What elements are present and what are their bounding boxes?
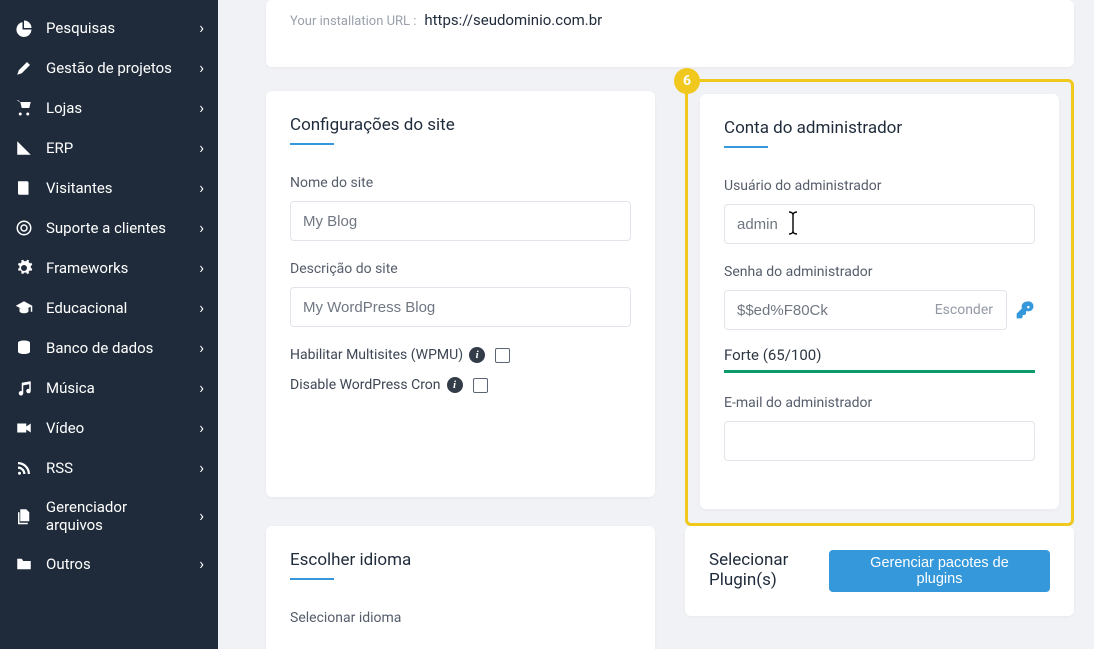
sidebar-item-banco-dados[interactable]: Banco de dados ›: [0, 328, 218, 368]
graduation-icon: [14, 298, 34, 318]
plugins-card: Selecionar Plugin(s) Gerenciar pacotes d…: [685, 526, 1074, 616]
admin-account-card: Conta do administrador Usuário do admini…: [700, 94, 1059, 509]
sidebar-item-label: Educacional: [46, 299, 127, 317]
multisite-checkbox[interactable]: [495, 348, 510, 363]
sidebar-item-video[interactable]: Vídeo ›: [0, 408, 218, 448]
admin-account-title: Conta do administrador: [724, 118, 1035, 138]
language-title: Escolher idioma: [290, 550, 631, 570]
step-badge: 6: [674, 68, 700, 94]
site-settings-title: Configurações do site: [290, 115, 631, 135]
language-select-label: Selecionar idioma: [290, 610, 631, 626]
sidebar-item-label: ERP: [46, 139, 73, 157]
site-desc-label: Descrição do site: [290, 261, 631, 277]
site-settings-card: Configurações do site Nome do site Descr…: [266, 91, 655, 497]
life-ring-icon: [14, 218, 34, 238]
sidebar-item-pesquisas[interactable]: Pesquisas ›: [0, 8, 218, 48]
cart-icon: [14, 98, 34, 118]
site-name-input[interactable]: [290, 201, 631, 241]
chevron-right-icon: ›: [199, 140, 204, 156]
pw-hide-toggle[interactable]: Esconder: [935, 302, 993, 318]
language-card: Escolher idioma Selecionar idioma: [266, 526, 655, 649]
sidebar-item-erp[interactable]: ERP ›: [0, 128, 218, 168]
music-icon: [14, 378, 34, 398]
folder-icon: [14, 554, 34, 574]
chevron-right-icon: ›: [199, 300, 204, 316]
sidebar-item-label: Visitantes: [46, 179, 113, 197]
files-icon: [14, 506, 34, 526]
sidebar-item-label: Gestão de projetos: [46, 59, 172, 77]
edit-icon: [14, 58, 34, 78]
gear-icon: [14, 258, 34, 278]
chevron-right-icon: ›: [199, 220, 204, 236]
sidebar-item-label: Vídeo: [46, 419, 84, 437]
sidebar-item-musica[interactable]: Música ›: [0, 368, 218, 408]
sidebar-item-label: Banco de dados: [46, 339, 153, 357]
chevron-right-icon: ›: [199, 508, 204, 524]
chevron-right-icon: ›: [199, 340, 204, 356]
site-name-label: Nome do site: [290, 175, 631, 191]
database-icon: [14, 338, 34, 358]
book-icon: [14, 178, 34, 198]
admin-user-input[interactable]: [724, 204, 1035, 244]
install-url-label: Your installation URL :: [290, 14, 416, 29]
sidebar-item-gestao-projetos[interactable]: Gestão de projetos ›: [0, 48, 218, 88]
bar-chart-icon: [14, 138, 34, 158]
install-url-card: Your installation URL : https://seudomin…: [266, 0, 1074, 67]
sidebar-item-label: Frameworks: [46, 259, 128, 277]
chevron-right-icon: ›: [199, 380, 204, 396]
pw-strength-bar: [724, 370, 1035, 373]
pw-strength-text: Forte (65/100): [724, 346, 1035, 364]
chevron-right-icon: ›: [199, 20, 204, 36]
sidebar-item-label: RSS: [46, 459, 73, 477]
admin-email-label: E-mail do administrador: [724, 395, 1035, 411]
sidebar-item-visitantes[interactable]: Visitantes ›: [0, 168, 218, 208]
video-icon: [14, 418, 34, 438]
multisite-label: Habilitar Multisites (WPMU): [290, 347, 463, 363]
cron-label: Disable WordPress Cron: [290, 377, 441, 393]
sidebar-item-outros[interactable]: Outros ›: [0, 544, 218, 584]
chevron-right-icon: ›: [199, 420, 204, 436]
chevron-right-icon: ›: [199, 60, 204, 76]
sidebar-item-frameworks[interactable]: Frameworks ›: [0, 248, 218, 288]
sidebar-item-rss[interactable]: RSS ›: [0, 448, 218, 488]
install-url-value: https://seudominio.com.br: [424, 11, 602, 29]
sidebar-item-label: Gerenciador arquivos: [46, 498, 187, 534]
chevron-right-icon: ›: [199, 260, 204, 276]
rss-icon: [14, 458, 34, 478]
main-content: Your installation URL : https://seudomin…: [218, 0, 1094, 649]
admin-user-label: Usuário do administrador: [724, 178, 1035, 194]
key-icon[interactable]: [1015, 300, 1035, 320]
sidebar-item-label: Outros: [46, 555, 91, 573]
sidebar-item-label: Lojas: [46, 99, 82, 117]
section-underline: [290, 143, 334, 145]
sidebar-item-suporte[interactable]: Suporte a clientes ›: [0, 208, 218, 248]
info-icon[interactable]: i: [447, 377, 463, 393]
sidebar: Pesquisas › Gestão de projetos › Lojas ›…: [0, 0, 218, 649]
admin-email-input[interactable]: [724, 421, 1035, 461]
sidebar-item-lojas[interactable]: Lojas ›: [0, 88, 218, 128]
sidebar-item-label: Música: [46, 379, 95, 397]
site-desc-input[interactable]: [290, 287, 631, 327]
info-icon[interactable]: i: [469, 347, 485, 363]
highlight-step-6: 6 Conta do administrador Usuário do admi…: [685, 79, 1074, 526]
sidebar-item-educacional[interactable]: Educacional ›: [0, 288, 218, 328]
cron-checkbox[interactable]: [473, 378, 488, 393]
pie-chart-icon: [14, 18, 34, 38]
section-underline: [724, 146, 768, 148]
section-underline: [290, 578, 334, 580]
chevron-right-icon: ›: [199, 100, 204, 116]
sidebar-item-label: Suporte a clientes: [46, 219, 166, 237]
chevron-right-icon: ›: [199, 556, 204, 572]
manage-plugins-button[interactable]: Gerenciar pacotes de plugins: [829, 550, 1050, 592]
chevron-right-icon: ›: [199, 180, 204, 196]
admin-pw-label: Senha do administrador: [724, 264, 1035, 280]
chevron-right-icon: ›: [199, 460, 204, 476]
sidebar-item-label: Pesquisas: [46, 19, 115, 37]
sidebar-item-gerenciador-arquivos[interactable]: Gerenciador arquivos ›: [0, 488, 218, 544]
plugins-title: Selecionar Plugin(s): [709, 550, 809, 590]
